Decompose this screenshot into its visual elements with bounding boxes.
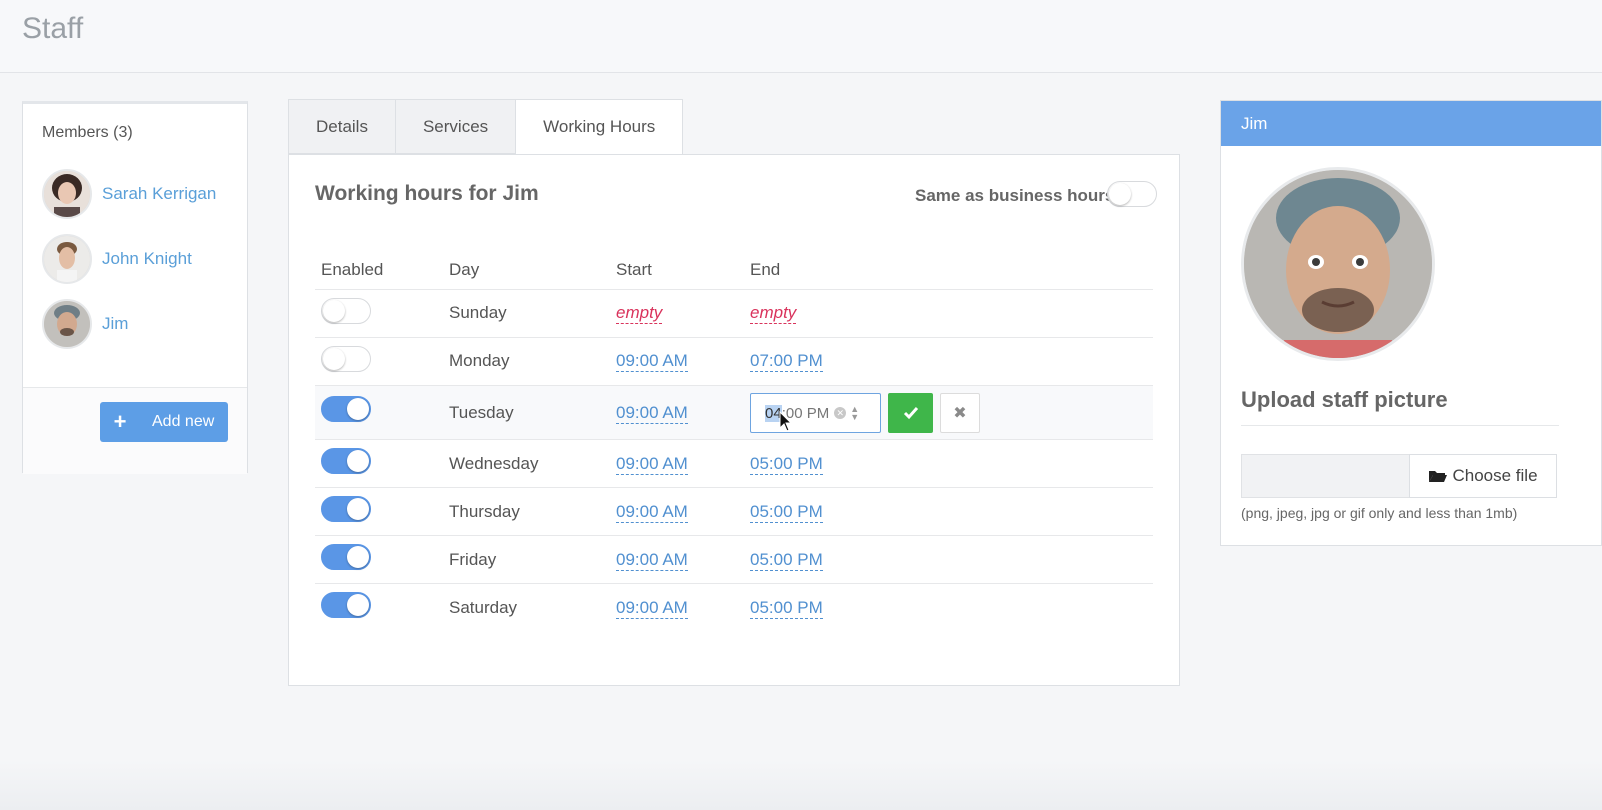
folder-open-icon: [1429, 471, 1448, 482]
profile-panel: Jim Upload staff picture Choose file (pn…: [1220, 100, 1602, 546]
start-time-link[interactable]: 09:00 AM: [616, 403, 688, 424]
day-label: Wednesday: [449, 454, 539, 473]
profile-name: Jim: [1221, 101, 1601, 146]
start-time-link[interactable]: 09:00 AM: [616, 598, 688, 619]
table-row: Thursday 09:00 AM 05:00 PM: [315, 487, 1153, 536]
top-bar: Staff: [0, 0, 1602, 73]
end-time-input[interactable]: 04:00 PM ✕ ▲ ▼: [750, 393, 881, 433]
member-name: Sarah Kerrigan: [102, 184, 217, 203]
enabled-toggle[interactable]: [321, 496, 371, 522]
column-header-enabled: Enabled: [321, 260, 384, 279]
end-time-link[interactable]: 05:00 PM: [750, 454, 823, 475]
member-sarah-kerrigan[interactable]: Sarah Kerrigan: [42, 168, 242, 220]
start-time-link[interactable]: 09:00 AM: [616, 454, 688, 475]
file-name-field[interactable]: [1241, 454, 1411, 498]
start-time-link[interactable]: 09:00 AM: [616, 351, 688, 372]
column-header-start: Start: [616, 260, 652, 279]
add-new-button[interactable]: + Add new: [100, 402, 228, 442]
mouse-cursor-icon: [779, 411, 793, 432]
tab-details[interactable]: Details: [288, 99, 395, 154]
member-jim[interactable]: Jim: [42, 298, 242, 350]
tab-bar: Details Services Working Hours: [288, 99, 684, 155]
table-row: Wednesday 09:00 AM 05:00 PM: [315, 439, 1153, 488]
members-footer: + Add new: [23, 387, 247, 474]
start-time-link[interactable]: empty: [616, 303, 663, 324]
page-title: Staff: [22, 12, 84, 45]
day-label: Friday: [449, 550, 497, 569]
end-time-link[interactable]: 05:00 PM: [750, 598, 823, 619]
add-new-label: Add new: [152, 413, 215, 430]
table-row: Tuesday 09:00 AM: [315, 385, 1153, 440]
start-time-link[interactable]: 09:00 AM: [616, 502, 688, 523]
upload-title: Upload staff picture: [1241, 387, 1448, 412]
enabled-toggle[interactable]: [321, 298, 371, 324]
enabled-toggle[interactable]: [321, 346, 371, 372]
spinner-icon[interactable]: ▲ ▼: [850, 405, 859, 422]
choose-file-label: Choose file: [1452, 466, 1538, 485]
check-icon: [903, 407, 918, 420]
day-label: Saturday: [449, 598, 518, 617]
day-label: Monday: [449, 351, 510, 370]
tab-services[interactable]: Services: [394, 99, 516, 154]
tab-working-hours[interactable]: Working Hours: [515, 99, 684, 155]
staff-photo: [1241, 167, 1435, 361]
avatar: [42, 169, 92, 219]
member-name: Jim: [102, 314, 129, 333]
end-time-link[interactable]: 07:00 PM: [750, 351, 823, 372]
avatar: [42, 299, 92, 349]
enabled-toggle[interactable]: [321, 448, 371, 474]
members-panel: Members (3) Sarah Kerrigan John Knight J…: [22, 101, 248, 474]
day-label: Sunday: [449, 303, 507, 322]
column-header-day: Day: [449, 260, 480, 279]
close-icon: ✖: [953, 405, 967, 422]
choose-file-button[interactable]: Choose file: [1409, 454, 1557, 498]
column-header-end: End: [750, 260, 781, 279]
plus-icon: +: [113, 409, 127, 434]
avatar: [42, 234, 92, 284]
start-time-link[interactable]: 09:00 AM: [616, 550, 688, 571]
enabled-toggle[interactable]: [321, 544, 371, 570]
same-as-business-toggle[interactable]: [1107, 181, 1157, 207]
confirm-button[interactable]: [888, 393, 933, 433]
working-hours-panel: Working hours for Jim Same as business h…: [288, 154, 1180, 686]
x-circle-icon[interactable]: ✕: [834, 407, 847, 419]
table-row: Sunday empty empty: [315, 289, 1153, 338]
table-row: Friday 09:00 AM 05:00 PM: [315, 535, 1153, 584]
end-time-link[interactable]: 05:00 PM: [750, 502, 823, 523]
cancel-button[interactable]: ✖: [940, 393, 980, 433]
same-as-business-label: Same as business hours: [915, 186, 1115, 205]
enabled-toggle[interactable]: [321, 592, 371, 618]
working-hours-heading: Working hours for Jim: [315, 182, 539, 205]
member-name: John Knight: [102, 249, 192, 268]
table-row: Saturday 09:00 AM 05:00 PM: [315, 583, 1153, 632]
table-row: Monday 09:00 AM 07:00 PM: [315, 337, 1153, 386]
divider: [1241, 425, 1559, 426]
member-john-knight[interactable]: John Knight: [42, 233, 242, 285]
end-time-link[interactable]: empty: [750, 303, 797, 324]
day-label: Tuesday: [449, 403, 514, 422]
enabled-toggle[interactable]: [321, 396, 371, 422]
upload-hint: (png, jpeg, jpg or gif only and less tha…: [1241, 505, 1518, 521]
end-time-link[interactable]: 05:00 PM: [750, 550, 823, 571]
bottom-fade: [0, 760, 1602, 810]
day-label: Thursday: [449, 502, 520, 521]
members-title: Members (3): [42, 124, 133, 141]
